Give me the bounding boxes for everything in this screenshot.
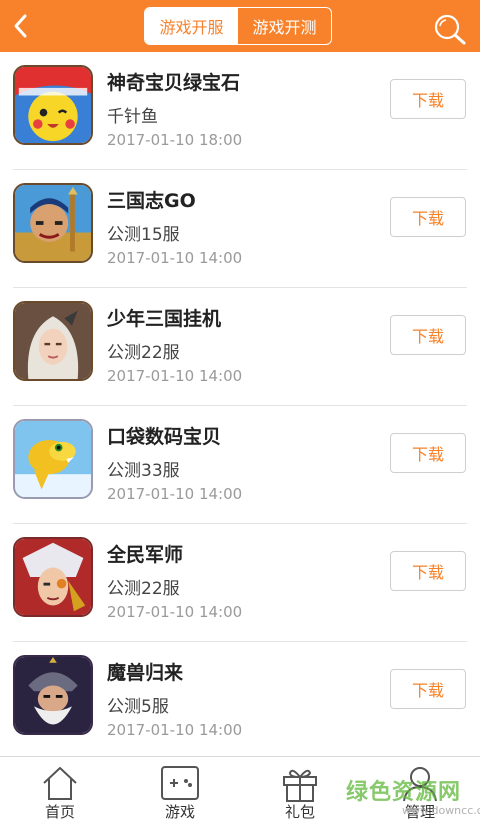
nav-home[interactable]: 首页 (0, 757, 120, 830)
watermark: 绿色资源网 www.downcc.com (340, 774, 480, 826)
nav-home-label: 首页 (44, 803, 75, 821)
tab-game-open[interactable]: 游戏开服 (145, 8, 238, 44)
game-time: 2017-01-10 18:00 (107, 131, 243, 149)
back-button[interactable] (8, 10, 36, 42)
top-bar: 游戏开服 游戏开测 (0, 0, 480, 52)
nav-games[interactable]: 游戏 (120, 757, 240, 830)
tab-switcher: 游戏开服 游戏开测 (144, 7, 332, 45)
download-button[interactable]: 下载 (390, 315, 466, 355)
tab-game-test[interactable]: 游戏开测 (238, 8, 331, 44)
game-name: 口袋数码宝贝 (107, 426, 222, 448)
game-time: 2017-01-10 14:00 (107, 603, 243, 621)
download-button[interactable]: 下载 (390, 551, 466, 591)
strategist-game-icon[interactable] (13, 537, 93, 617)
warrior-game-icon[interactable] (13, 183, 93, 263)
download-button[interactable]: 下载 (390, 79, 466, 119)
home-icon (43, 767, 77, 800)
list-item[interactable]: 全民军师 公测22服 2017-01-10 14:00 下载 (0, 524, 480, 642)
list-item[interactable]: 少年三国挂机 公测22服 2017-01-10 14:00 下载 (0, 288, 480, 406)
game-time: 2017-01-10 14:00 (107, 367, 243, 385)
download-button[interactable]: 下载 (390, 433, 466, 473)
game-list: 神奇宝贝绿宝石 千针鱼 2017-01-10 18:00 下载 三国志GO 公测… (0, 52, 480, 760)
dwarf-game-icon[interactable] (13, 655, 93, 735)
download-button[interactable]: 下载 (390, 197, 466, 237)
game-name: 魔兽归来 (107, 662, 184, 684)
list-item[interactable]: 三国志GO 公测15服 2017-01-10 14:00 下载 (0, 170, 480, 288)
game-name: 全民军师 (107, 544, 184, 566)
gamepad-icon (161, 766, 199, 800)
game-server: 公测5服 (107, 697, 169, 717)
digimon-game-icon[interactable] (13, 419, 93, 499)
game-time: 2017-01-10 14:00 (107, 721, 243, 739)
game-name: 神奇宝贝绿宝石 (107, 72, 241, 94)
game-server: 千针鱼 (107, 107, 158, 127)
game-name: 三国志GO (107, 190, 196, 212)
list-item[interactable]: 魔兽归来 公测5服 2017-01-10 14:00 下载 (0, 642, 480, 760)
game-time: 2017-01-10 14:00 (107, 249, 243, 267)
chevron-left-icon (14, 14, 27, 38)
game-server: 公测22服 (107, 343, 180, 363)
game-server: 公测15服 (107, 225, 180, 245)
download-button[interactable]: 下载 (390, 669, 466, 709)
game-server: 公测22服 (107, 579, 180, 599)
game-server: 公测33服 (107, 461, 180, 481)
watermark-text: 绿色资源网 (346, 780, 462, 805)
search-button[interactable] (432, 12, 468, 46)
game-time: 2017-01-10 14:00 (107, 485, 243, 503)
list-item[interactable]: 口袋数码宝贝 公测33服 2017-01-10 14:00 下载 (0, 406, 480, 524)
heroine-game-icon[interactable] (13, 301, 93, 381)
list-item[interactable]: 神奇宝贝绿宝石 千针鱼 2017-01-10 18:00 下载 (0, 52, 480, 170)
game-name: 少年三国挂机 (107, 308, 222, 330)
pikachu-game-icon[interactable] (13, 65, 93, 145)
watermark-url: www.downcc.com (402, 804, 480, 817)
gift-icon (283, 769, 317, 802)
search-icon (434, 14, 466, 45)
nav-games-label: 游戏 (164, 803, 195, 821)
